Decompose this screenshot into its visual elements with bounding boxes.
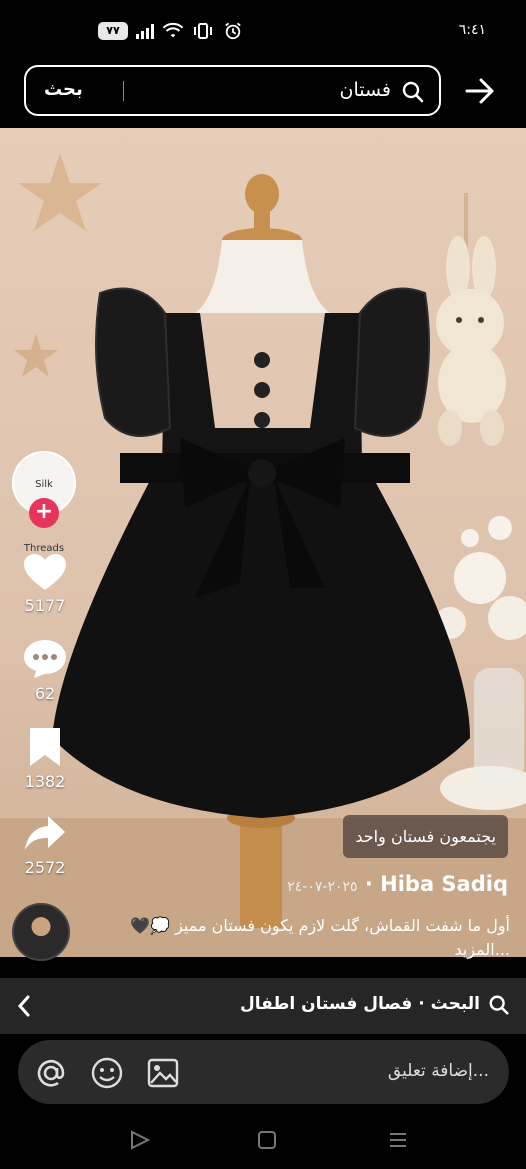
back-triangle-icon[interactable] [128, 1129, 152, 1151]
comment-count: 62 [34, 684, 56, 703]
bookmark-icon [30, 728, 60, 766]
vibrate-icon [194, 23, 212, 39]
search-icon [402, 81, 424, 103]
viewer-avatar[interactable] [12, 903, 70, 961]
hashtag-chip[interactable]: يجتمعون فستان واحد [343, 815, 508, 858]
related-search-label: البحث · فصال فستان اطفال [239, 994, 480, 1014]
search-icon [489, 995, 509, 1015]
hashtag-text: يجتمعون فستان واحد [355, 827, 496, 846]
share-icon [25, 816, 65, 850]
search-bar[interactable]: بحث فستان [24, 65, 441, 116]
status-icons: ٧٧ [98, 22, 244, 40]
share-count: 2572 [24, 858, 66, 877]
comment-placeholder: إضافة تعليق... [387, 1061, 489, 1081]
post-date: ٢٠٢٥-٠٧-٢٤ [287, 879, 358, 895]
author-name[interactable]: Hiba Sadiq [380, 872, 508, 896]
search-input[interactable]: فستان [339, 79, 391, 101]
emoji-icon[interactable] [90, 1056, 124, 1090]
alarm-icon [225, 22, 241, 40]
save-count: 1382 [24, 772, 66, 791]
at-sign-icon[interactable] [34, 1056, 68, 1090]
see-more-link[interactable]: ...المزيد [454, 940, 510, 959]
like-count: 5177 [24, 596, 66, 615]
comment-bubble-icon [24, 640, 66, 678]
comment-area: إضافة تعليق... [0, 1034, 526, 1118]
system-nav-bar [0, 1118, 526, 1169]
signal-icon [136, 23, 154, 39]
status-bar: ٧٧ ٦:٤١ [0, 0, 526, 62]
search-divider [123, 81, 124, 101]
post-caption[interactable]: أول ما شفت القماش، گلت لازم يكون فستان م… [100, 914, 510, 962]
caption-text: أول ما شفت القماش، گلت لازم يكون فستان م… [130, 916, 510, 935]
comment-input[interactable]: إضافة تعليق... [18, 1040, 509, 1104]
status-time: ٦:٤١ [458, 22, 486, 38]
comment-button[interactable]: 62 [18, 638, 72, 703]
author-separator: · [364, 872, 381, 896]
home-square-icon[interactable] [255, 1129, 279, 1151]
follow-button[interactable]: + [29, 498, 59, 528]
search-button[interactable]: بحث [44, 79, 83, 100]
image-icon[interactable] [146, 1056, 180, 1090]
related-search-bar[interactable]: البحث · فصال فستان اطفال [0, 978, 526, 1034]
author-line[interactable]: ٢٠٢٥-٠٧-٢٤ · Hiba Sadiq [287, 872, 508, 896]
battery-indicator: ٧٧ [98, 22, 128, 40]
save-button[interactable]: 1382 [18, 726, 72, 791]
recents-menu-icon[interactable] [386, 1129, 410, 1151]
arrow-right-icon[interactable] [464, 76, 496, 106]
like-button[interactable]: 5177 [18, 552, 72, 615]
wifi-icon [162, 22, 184, 38]
share-button[interactable]: 2572 [18, 814, 72, 877]
chevron-left-icon[interactable] [14, 993, 34, 1019]
heart-icon [24, 554, 66, 590]
